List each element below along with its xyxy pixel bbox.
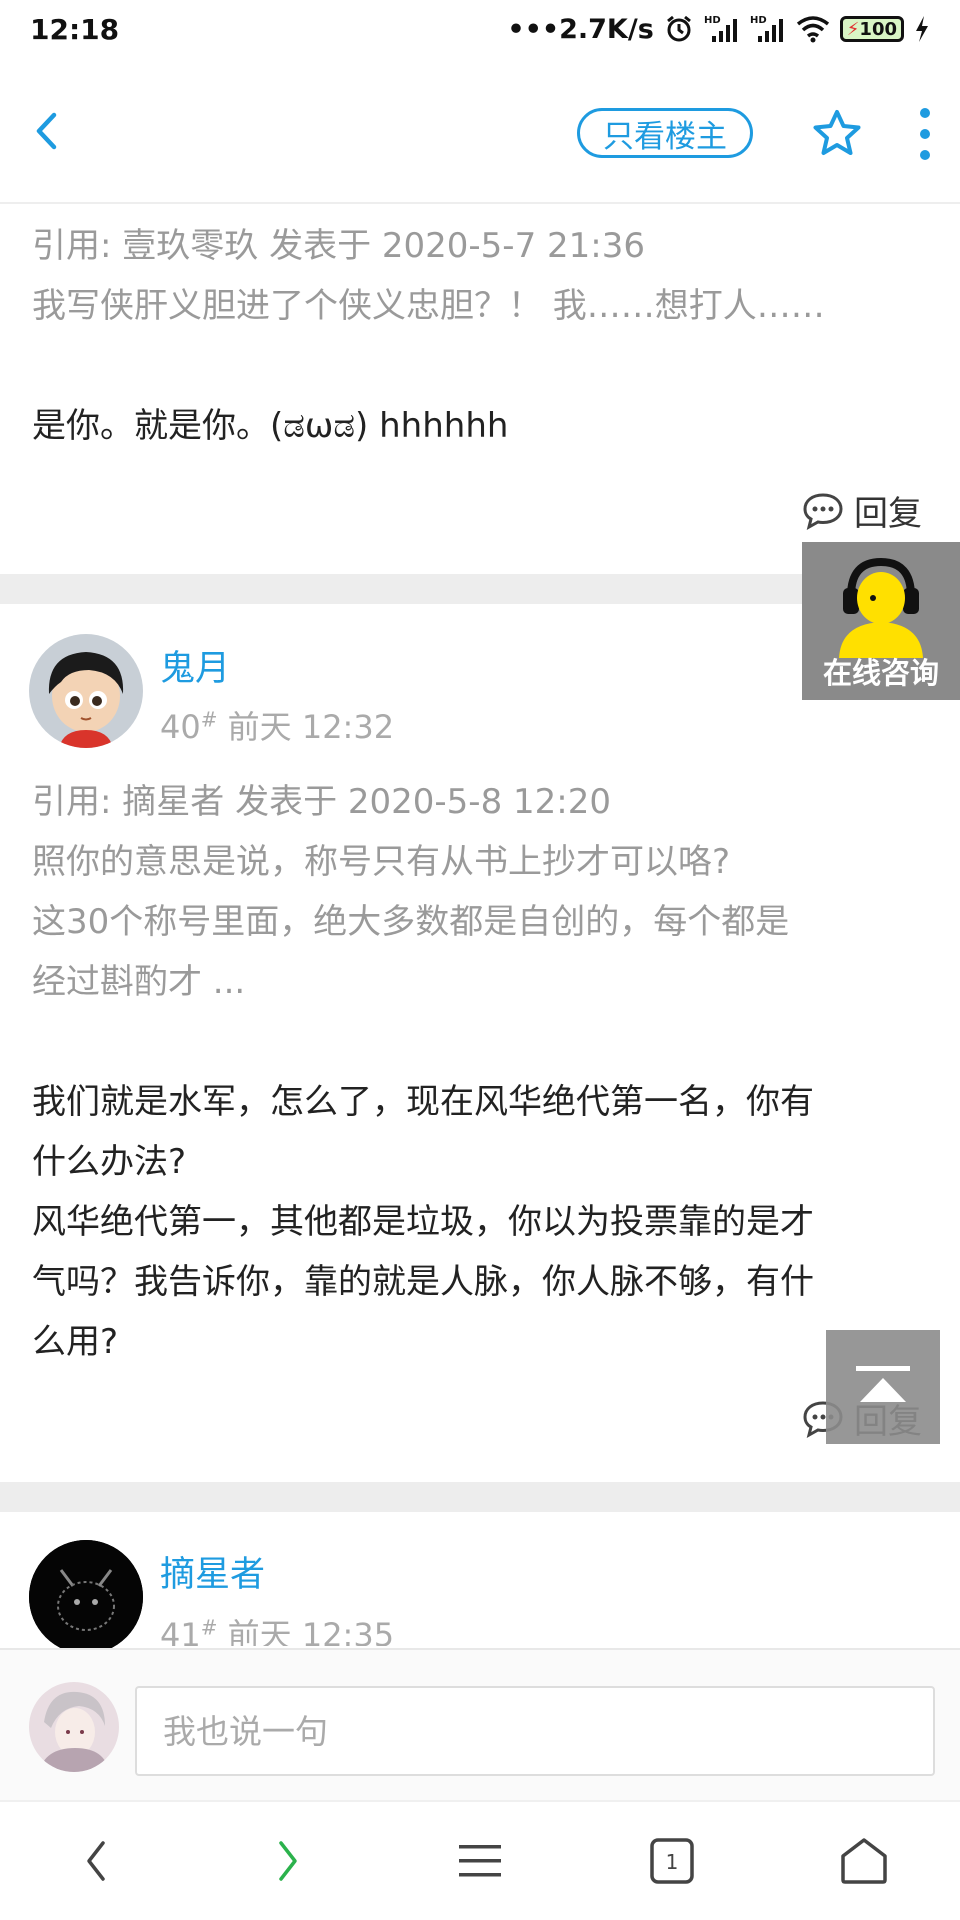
- comment-input[interactable]: [135, 1686, 935, 1776]
- avatar-image: [29, 1682, 119, 1772]
- avatar[interactable]: [29, 1540, 143, 1654]
- tabs-icon: 1: [650, 1838, 694, 1884]
- my-avatar[interactable]: [29, 1682, 119, 1772]
- floor-number: 41: [160, 1616, 201, 1646]
- bottom-nav: 1: [0, 1800, 960, 1920]
- floor-number: 40: [160, 708, 201, 746]
- post-40-content: 引用: 摘星者 发表于 2020-5-8 12:20 照你的意思是说，称号只有从…: [32, 772, 932, 1372]
- post-time: 前天 12:35: [227, 1616, 395, 1646]
- browser-forward-button[interactable]: [238, 1811, 338, 1911]
- username[interactable]: 摘星者: [160, 1546, 265, 1597]
- headset-agent-icon: [839, 557, 923, 658]
- quote-text-line: 照你的意思是说，称号只有从书上抄才可以咯?: [32, 842, 731, 882]
- signal-icon-2: HD: [750, 14, 786, 44]
- only-op-button[interactable]: 只看楼主: [577, 108, 753, 158]
- status-bar: 12:18 •••2.7K/s HD HD ⚡ 100: [0, 0, 960, 58]
- home-icon: [841, 1838, 887, 1884]
- post-text: 是你。就是你。(ಡωಡ) hhhhhh: [32, 406, 509, 446]
- avatar[interactable]: [29, 634, 143, 748]
- chevron-left-icon: [87, 1841, 105, 1881]
- quote-text-line: 经过斟酌才 ...: [32, 962, 246, 1002]
- status-time: 12:18: [30, 12, 120, 46]
- scroll-to-top-button[interactable]: [826, 1330, 940, 1444]
- arrow-up-to-top-icon: [856, 1366, 910, 1402]
- post-meta: 41# 前天 12:35: [160, 1610, 394, 1646]
- quote-text: 我写侠肝义胆进了个侠义忠胆？！ 我……想打人……: [32, 286, 825, 326]
- signal-hd-label-2: HD: [750, 15, 767, 26]
- alarm-icon: [664, 14, 694, 44]
- comment-bar: [0, 1648, 960, 1800]
- reply-label: 回复: [854, 494, 922, 534]
- quote-header: 引用: 壹玖零玖 发表于 2020-5-7 21:36: [32, 226, 645, 266]
- tab-count: 1: [666, 1850, 679, 1874]
- browser-back-button[interactable]: [46, 1811, 146, 1911]
- star-icon: [813, 110, 861, 155]
- post-meta: 40# 前天 12:32: [160, 702, 394, 748]
- more-dot-icon: [920, 129, 930, 139]
- signal-hd-label: HD: [704, 15, 721, 26]
- online-consult-button[interactable]: 在线咨询: [802, 542, 960, 700]
- online-consult-label: 在线咨询: [822, 656, 939, 690]
- browser-menu-button[interactable]: [430, 1811, 530, 1911]
- favorite-button[interactable]: [808, 104, 866, 162]
- more-dot-icon: [920, 150, 930, 160]
- menu-icon: [459, 1845, 501, 1877]
- post-39-content: 引用: 壹玖零玖 发表于 2020-5-7 21:36 我写侠肝义胆进了个侠义忠…: [32, 216, 932, 456]
- avatar-image: [29, 1540, 143, 1654]
- post-text-line: 么用?: [32, 1322, 119, 1362]
- chevron-right-icon: [279, 1841, 297, 1881]
- browser-tabs-button[interactable]: 1: [622, 1811, 722, 1911]
- post-time: 前天 12:32: [227, 708, 395, 746]
- wifi-icon: [796, 15, 830, 43]
- chevron-left-icon: [36, 112, 57, 150]
- floor-mark: #: [200, 1615, 218, 1640]
- charging-icon: [914, 16, 930, 42]
- username[interactable]: 鬼月: [160, 640, 230, 691]
- battery-indicator: ⚡ 100: [839, 16, 904, 42]
- post-text-line: 气吗？我告诉你，靠的就是人脉，你人脉不够，有什: [32, 1262, 814, 1302]
- back-button[interactable]: [26, 106, 66, 156]
- more-dot-icon: [920, 108, 930, 118]
- post-text-line: 我们就是水军，怎么了，现在风华绝代第一名，你有: [32, 1082, 814, 1122]
- quote-header: 引用: 摘星者 发表于 2020-5-8 12:20: [32, 782, 611, 822]
- battery-level: 100: [859, 18, 897, 40]
- signal-icon: HD: [704, 14, 740, 44]
- network-speed: •••2.7K/s: [507, 13, 654, 45]
- post-text-line: 风华绝代第一，其他都是垃圾，你以为投票靠的是才: [32, 1202, 814, 1242]
- comment-icon: [803, 492, 843, 530]
- more-button[interactable]: [910, 104, 940, 164]
- floor-mark: #: [200, 707, 218, 732]
- status-indicators: •••2.7K/s HD HD ⚡ 100: [507, 14, 930, 45]
- quote-text-line: 这30个称号里面，绝大多数都是自创的，每个都是: [32, 902, 790, 942]
- top-nav: 只看楼主: [0, 58, 960, 204]
- avatar-image: [29, 634, 143, 748]
- reply-button[interactable]: 回复: [802, 486, 922, 535]
- post-text-line: 什么办法?: [32, 1142, 187, 1182]
- browser-home-button[interactable]: [814, 1811, 914, 1911]
- post-separator: [0, 1482, 960, 1512]
